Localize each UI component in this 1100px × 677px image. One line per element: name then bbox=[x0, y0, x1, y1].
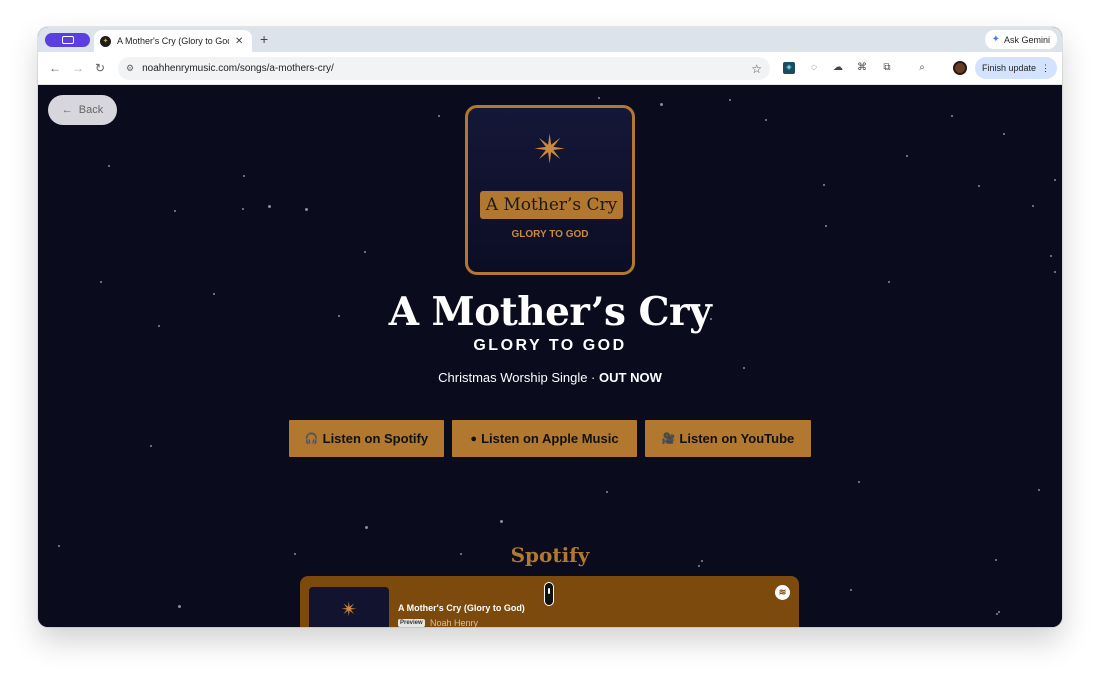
back-button[interactable]: ← Back bbox=[48, 95, 117, 125]
star-dot bbox=[765, 119, 767, 121]
star-dot bbox=[365, 526, 368, 529]
headphones-icon: 🎧 bbox=[304, 433, 319, 445]
north-star-icon: ✴ bbox=[533, 128, 567, 172]
star-dot bbox=[951, 115, 953, 117]
star-dot bbox=[500, 520, 503, 523]
cover-title: A Mother’s Cry bbox=[480, 191, 623, 219]
listen-youtube-label: Listen on YouTube bbox=[679, 431, 795, 446]
browser-tab[interactable]: ✦ A Mother's Cry (Glory to God ✕ bbox=[94, 30, 252, 52]
back-label: Back bbox=[78, 104, 104, 116]
video-camera-icon: 🎥 bbox=[661, 433, 676, 445]
cover-subtitle: GLORY TO GOD bbox=[511, 229, 589, 240]
gemini-sparkle-icon: ✦ bbox=[991, 34, 1000, 45]
star-dot bbox=[906, 155, 908, 157]
star-dot bbox=[888, 281, 890, 283]
star-dot bbox=[268, 205, 271, 208]
scroll-cursor-icon bbox=[544, 582, 554, 606]
favicon-icon: ✦ bbox=[100, 35, 111, 47]
chat-extension-icon[interactable]: ◌ bbox=[808, 62, 820, 74]
star-dot bbox=[998, 611, 1000, 613]
star-dot bbox=[1032, 205, 1034, 207]
star-dot bbox=[978, 185, 980, 187]
star-dot bbox=[1054, 271, 1056, 273]
star-dot bbox=[150, 445, 152, 447]
profile-avatar[interactable] bbox=[953, 61, 967, 75]
listen-apple-music-label: Listen on Apple Music bbox=[481, 431, 619, 446]
browser-window: ✦ A Mother's Cry (Glory to God ✕ + ✦ Ask… bbox=[38, 27, 1062, 627]
ask-gemini-button[interactable]: ✦ Ask Gemini bbox=[984, 30, 1057, 49]
star-dot bbox=[996, 613, 998, 615]
album-cover: ✴ A Mother’s Cry GLORY TO GOD bbox=[465, 105, 635, 275]
embed-artist-name[interactable]: Noah Henry bbox=[430, 618, 478, 627]
tab-search-icon[interactable]: ⌕ bbox=[916, 62, 928, 74]
star-dot bbox=[438, 115, 440, 117]
star-dot bbox=[1003, 133, 1005, 135]
star-dot bbox=[108, 165, 110, 167]
browser-toolbar: ← → ↻ ⚙ noahhenrymusic.com/songs/a-mothe… bbox=[38, 52, 1062, 85]
puzzle-icon[interactable]: ⧉ bbox=[881, 62, 893, 74]
back-arrow-icon[interactable]: ← bbox=[49, 61, 61, 75]
star-dot bbox=[178, 605, 181, 608]
listen-apple-music-button[interactable]: ● Listen on Apple Music bbox=[452, 420, 637, 457]
finish-update-button[interactable]: Finish update ⋮ bbox=[975, 57, 1057, 79]
page-subtitle: GLORY TO GOD bbox=[473, 337, 627, 354]
site-settings-icon[interactable]: ⚙ bbox=[126, 63, 134, 74]
forward-arrow-icon[interactable]: → bbox=[72, 61, 84, 75]
tab-title: A Mother's Cry (Glory to God bbox=[117, 36, 229, 46]
star-dot bbox=[823, 184, 825, 186]
more-menu-icon[interactable]: ⋮ bbox=[1041, 63, 1050, 74]
reload-icon[interactable]: ↻ bbox=[95, 61, 105, 75]
page-content: ← Back ✴ A Mother’s Cry GLORY TO GOD A M… bbox=[38, 85, 1062, 627]
listen-spotify-button[interactable]: 🎧 Listen on Spotify bbox=[289, 420, 444, 457]
preview-badge: Preview bbox=[398, 619, 425, 627]
star-dot bbox=[100, 281, 102, 283]
star-dot bbox=[1054, 179, 1056, 181]
tab-strip: ✦ A Mother's Cry (Glory to God ✕ + ✦ Ask… bbox=[38, 27, 1062, 52]
star-dot bbox=[660, 103, 663, 106]
ask-gemini-label: Ask Gemini bbox=[1003, 34, 1050, 45]
tab-group-icon bbox=[61, 36, 74, 44]
star-dot bbox=[305, 208, 308, 211]
finish-update-label: Finish update bbox=[981, 63, 1037, 73]
tagline-text: Christmas Worship Single · bbox=[438, 370, 600, 385]
star-dot bbox=[174, 210, 176, 212]
star-dot bbox=[825, 225, 827, 227]
listen-spotify-label: Listen on Spotify bbox=[322, 431, 429, 446]
star-dot bbox=[858, 481, 860, 483]
tab-groups-button[interactable] bbox=[45, 33, 90, 47]
back-arrow-icon: ← bbox=[61, 104, 73, 116]
extension-icon[interactable]: ◈ bbox=[783, 62, 795, 74]
listen-youtube-button[interactable]: 🎥 Listen on YouTube bbox=[645, 420, 811, 457]
star-dot bbox=[598, 97, 600, 99]
out-now-label: OUT NOW bbox=[599, 370, 662, 385]
spotify-logo-icon[interactable]: ≋ bbox=[775, 585, 790, 600]
star-dot bbox=[242, 208, 244, 210]
embed-album-art: ✴ bbox=[309, 587, 389, 627]
star-dot bbox=[743, 367, 745, 369]
spotify-section-heading: Spotify bbox=[510, 543, 590, 567]
close-tab-icon[interactable]: ✕ bbox=[235, 36, 243, 47]
page-title: A Mother’s Cry bbox=[388, 289, 712, 335]
address-bar[interactable]: ⚙ noahhenrymusic.com/songs/a-mothers-cry… bbox=[118, 57, 770, 80]
release-tagline: Christmas Worship Single · OUT NOW bbox=[38, 370, 1062, 385]
cloud-extension-icon[interactable]: ☁ bbox=[832, 62, 844, 74]
embed-track-title[interactable]: A Mother's Cry (Glory to God) bbox=[398, 603, 525, 613]
url-text[interactable]: noahhenrymusic.com/songs/a-mothers-cry/ bbox=[142, 63, 751, 74]
star-dot bbox=[1050, 255, 1052, 257]
star-dot bbox=[1038, 489, 1040, 491]
star-dot bbox=[243, 175, 245, 177]
star-dot bbox=[606, 491, 608, 493]
bot-extension-icon[interactable]: ⌘ bbox=[856, 62, 868, 74]
star-dot bbox=[729, 99, 731, 101]
bookmark-star-icon[interactable]: ☆ bbox=[751, 62, 762, 76]
new-tab-button[interactable]: + bbox=[260, 31, 268, 47]
star-dot bbox=[850, 589, 852, 591]
apple-icon: ● bbox=[470, 432, 478, 445]
star-dot bbox=[364, 251, 366, 253]
